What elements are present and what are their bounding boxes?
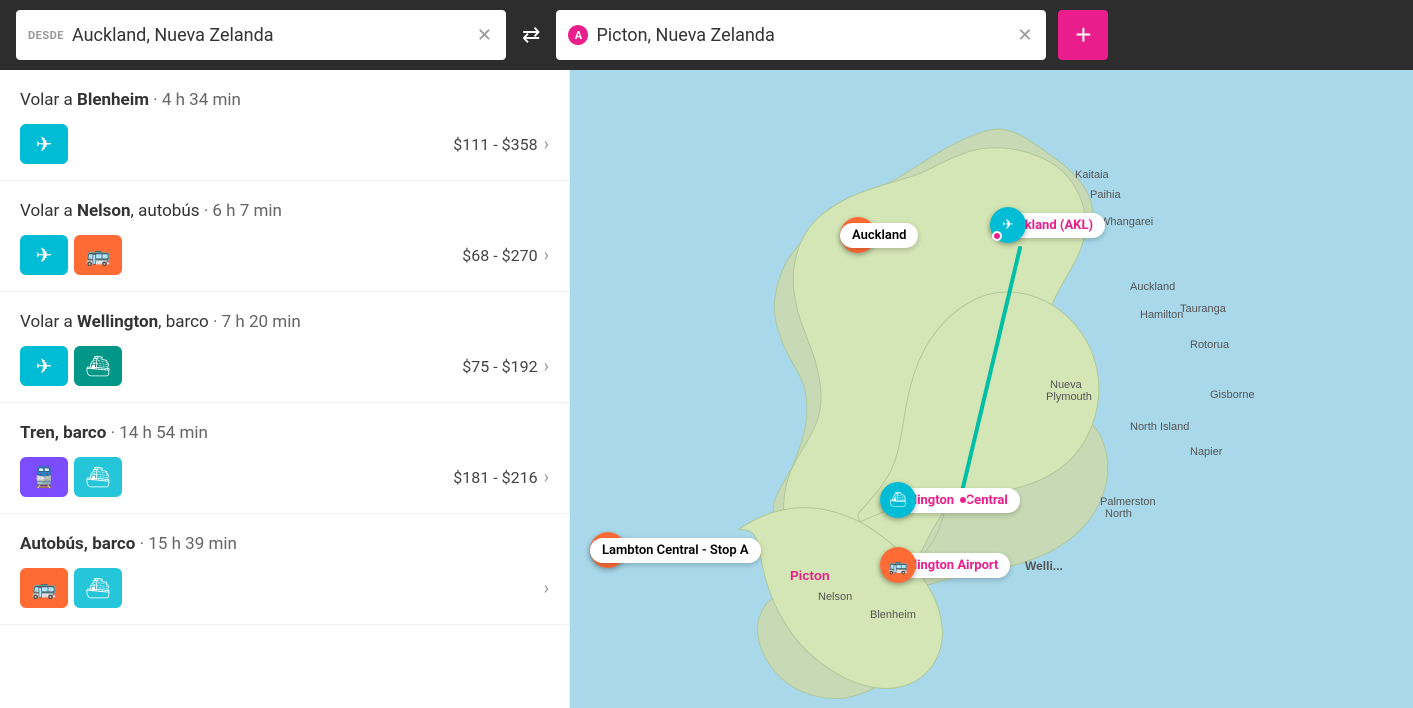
add-destination-button[interactable]: + <box>1058 10 1108 60</box>
route-item[interactable]: Tren, barco · 14 h 54 min 🚆 ⛴ $181 - $21… <box>0 403 569 514</box>
ferry-badge: ⛴ <box>74 346 122 386</box>
header: DESDE Auckland, Nueva Zelanda ✕ ⇄ A Pict… <box>0 0 1413 70</box>
route-price: $68 - $270 › <box>462 245 549 266</box>
plane-badge: ✈ <box>20 235 68 275</box>
map-area: Kaitaia Paihia Whangarei Auckland Hamilt… <box>570 70 1413 708</box>
plane-badge: ✈ <box>20 124 68 164</box>
transport-icons: ✈ 🚌 <box>20 235 122 275</box>
route-price: $111 - $358 › <box>453 134 549 155</box>
main-content: Volar a Blenheim · 4 h 34 min ✈ $111 - $… <box>0 70 1413 708</box>
route-title: Volar a Nelson, autobús · 6 h 7 min <box>20 201 549 221</box>
bus-badge: 🚌 <box>74 235 122 275</box>
ferry-badge: ⛴ <box>74 568 122 608</box>
destination-icon: A <box>568 25 588 45</box>
svg-text:Palmerston: Palmerston <box>1100 496 1156 508</box>
svg-text:Auckland: Auckland <box>1130 281 1175 293</box>
plane-badge: ✈ <box>20 346 68 386</box>
svg-text:Picton: Picton <box>790 568 830 583</box>
transport-icons: ✈ <box>20 124 68 164</box>
svg-text:Plymouth: Plymouth <box>1046 391 1092 403</box>
transport-icons: 🚆 ⛴ <box>20 457 122 497</box>
route-price: › <box>538 578 549 599</box>
ferry-badge: ⛴ <box>74 457 122 497</box>
route-price: $75 - $192 › <box>462 356 549 377</box>
route-item[interactable]: Volar a Nelson, autobús · 6 h 7 min ✈ 🚌 … <box>0 181 569 292</box>
transport-icons: 🚌 ⛴ <box>20 568 122 608</box>
svg-text:North Island: North Island <box>1130 421 1189 433</box>
route-title: Autobús, barco · 15 h 39 min <box>20 534 549 554</box>
svg-text:Paihia: Paihia <box>1090 189 1121 201</box>
route-price: $181 - $216 › <box>453 467 549 488</box>
svg-text:Nueva: Nueva <box>1050 379 1083 391</box>
transport-icons: ✈ ⛴ <box>20 346 122 386</box>
svg-text:Rotorua: Rotorua <box>1190 339 1230 351</box>
svg-text:Kaitaia: Kaitaia <box>1075 169 1110 181</box>
route-title: Volar a Wellington, barco · 7 h 20 min <box>20 312 549 332</box>
from-search-box[interactable]: DESDE Auckland, Nueva Zelanda ✕ <box>16 10 506 60</box>
routes-sidebar: Volar a Blenheim · 4 h 34 min ✈ $111 - $… <box>0 70 570 708</box>
from-clear-button[interactable]: ✕ <box>475 23 494 48</box>
svg-text:Blenheim: Blenheim <box>870 609 916 621</box>
svg-text:Hamilton: Hamilton <box>1140 309 1183 321</box>
train-badge: 🚆 <box>20 457 68 497</box>
svg-text:Tauranga: Tauranga <box>1180 303 1227 315</box>
to-clear-button[interactable]: ✕ <box>1015 23 1034 48</box>
from-value: Auckland, Nueva Zelanda <box>72 25 467 46</box>
bus-badge: 🚌 <box>20 568 68 608</box>
route-title: Volar a Blenheim · 4 h 34 min <box>20 90 549 110</box>
svg-text:Napier: Napier <box>1190 446 1223 458</box>
from-label: DESDE <box>28 29 64 42</box>
route-item[interactable]: Autobús, barco · 15 h 39 min 🚌 ⛴ › <box>0 514 569 625</box>
svg-text:Gisborne: Gisborne <box>1210 389 1255 401</box>
route-title: Tren, barco · 14 h 54 min <box>20 423 549 443</box>
svg-text:Nelson: Nelson <box>818 591 852 603</box>
route-item[interactable]: Volar a Blenheim · 4 h 34 min ✈ $111 - $… <box>0 70 569 181</box>
to-search-box[interactable]: A Picton, Nueva Zelanda ✕ <box>556 10 1046 60</box>
svg-text:Whangarei: Whangarei <box>1100 216 1153 228</box>
svg-text:North: North <box>1105 508 1132 520</box>
route-item[interactable]: Volar a Wellington, barco · 7 h 20 min ✈… <box>0 292 569 403</box>
svg-text:Welli...: Welli... <box>1025 559 1063 573</box>
swap-button[interactable]: ⇄ <box>518 18 544 52</box>
to-value: Picton, Nueva Zelanda <box>596 25 1007 46</box>
